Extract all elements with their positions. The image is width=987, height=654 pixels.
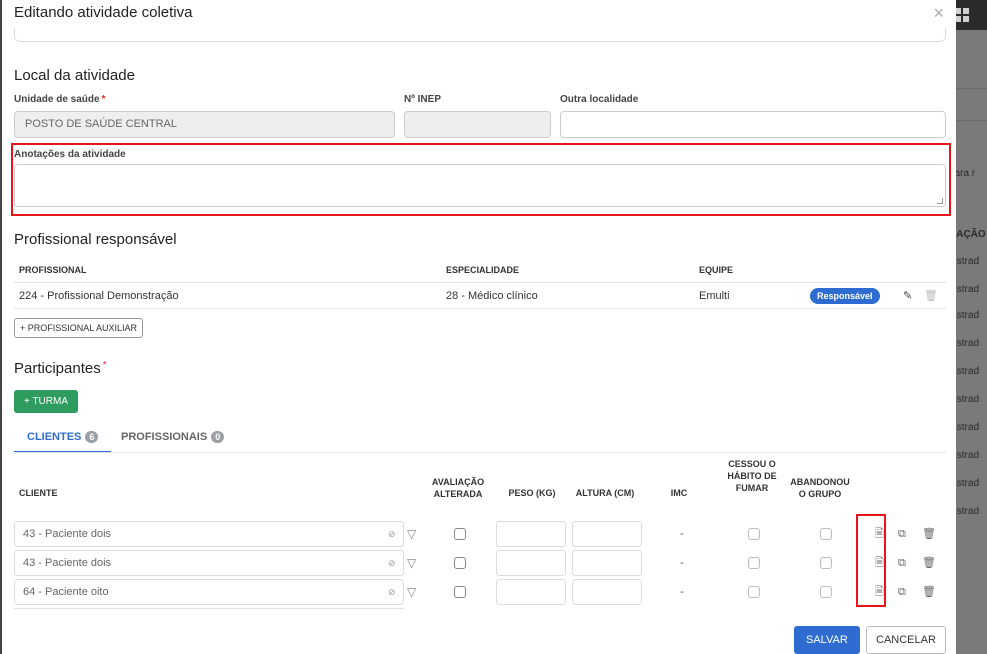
table-divider (14, 282, 946, 283)
profissional-name: 224 - Profissional Demonstração (19, 290, 179, 302)
modal-title: Editando atividade coletiva (14, 4, 193, 21)
abandonou-checkbox[interactable] (820, 528, 832, 540)
cessou-checkbox[interactable] (748, 528, 760, 540)
abandonou-checkbox[interactable] (820, 586, 832, 598)
trash-icon[interactable]: 🗑︎ (922, 558, 936, 569)
participantes-title-text: Participantes (14, 360, 101, 377)
imc-value: - (680, 586, 684, 598)
required-marker: * (101, 94, 106, 105)
add-turma-button[interactable]: + TURMA (14, 390, 78, 413)
imc-value: - (680, 557, 684, 569)
avaliacao-checkbox[interactable] (454, 586, 466, 598)
trash-icon[interactable]: 🗑︎ (924, 291, 938, 302)
avaliacao-checkbox[interactable] (454, 557, 466, 569)
cliente-field[interactable]: 43 - Paciente dois (14, 550, 404, 576)
cessou-checkbox[interactable] (748, 586, 760, 598)
peso-field[interactable] (496, 550, 566, 576)
participantes-section-title: Participantes * (14, 360, 107, 377)
col-header-altura: ALTURA (CM) (575, 488, 635, 498)
col-header-profissional: PROFISSIONAL (19, 265, 87, 275)
inep-field[interactable] (404, 111, 551, 138)
profissional-equipe: Emulti (699, 290, 730, 302)
filter-icon[interactable]: ▽ (407, 528, 416, 540)
highlight-box-document-icons (856, 514, 886, 607)
col-header-abandonou: ABANDONOU O GRUPO (790, 477, 850, 499)
save-button[interactable]: SALVAR (794, 626, 860, 654)
col-header-equipe: EQUIPE (699, 265, 734, 275)
clear-icon[interactable]: ⊘ (388, 588, 396, 597)
profissional-especialidade: 28 - Médico clínico (446, 290, 538, 302)
imc-value: - (680, 528, 684, 540)
highlight-box-anotacoes (11, 143, 951, 216)
filter-icon[interactable]: ▽ (407, 586, 416, 598)
clear-icon[interactable]: ⊘ (388, 559, 396, 568)
unidade-field[interactable]: POSTO DE SAÚDE CENTRAL (14, 111, 395, 138)
tab-clientes-label: CLIENTES (27, 431, 82, 443)
col-header-avaliacao: AVALIAÇÃO ALTERADA (431, 477, 485, 499)
tab-clientes-count: 6 (85, 431, 99, 443)
peso-field[interactable] (496, 521, 566, 547)
modal-header: Editando atividade coletiva × (2, 0, 956, 30)
profissional-section-title: Profissional responsável (14, 231, 177, 248)
col-header-cliente: CLIENTE (19, 488, 58, 498)
outra-localidade-label: Outra localidade (560, 94, 639, 105)
previous-section-edge (14, 28, 946, 42)
tab-profissionais-count: 0 (211, 431, 225, 443)
table-divider (14, 308, 946, 309)
altura-field[interactable] (572, 521, 642, 547)
altura-field[interactable] (572, 579, 642, 605)
tab-profissionais[interactable]: PROFISSIONAIS 0 (121, 431, 225, 443)
tabs-divider (14, 452, 946, 453)
copy-icon[interactable]: ⧉ (898, 529, 906, 540)
filter-icon[interactable]: ▽ (407, 557, 416, 569)
copy-icon[interactable]: ⧉ (898, 558, 906, 569)
col-header-imc: IMC (670, 488, 688, 498)
cancel-button[interactable]: CANCELAR (866, 626, 946, 654)
add-profissional-auxiliar-button[interactable]: + PROFISSIONAL AUXILIAR (14, 318, 143, 338)
clear-icon[interactable]: ⊘ (388, 530, 396, 539)
outra-localidade-field[interactable] (560, 111, 946, 138)
apps-grid-icon (955, 8, 969, 22)
inep-label: Nº INEP (404, 94, 441, 105)
peso-field[interactable] (496, 579, 566, 605)
cliente-field[interactable]: 64 - Paciente oito (14, 579, 404, 605)
tab-clientes[interactable]: CLIENTES 6 (27, 431, 99, 443)
cessou-checkbox[interactable] (748, 557, 760, 569)
required-marker: * (102, 360, 107, 371)
col-header-especialidade: ESPECIALIDADE (446, 265, 520, 275)
tab-profissionais-label: PROFISSIONAIS (121, 431, 208, 443)
status-badge: Responsável (810, 288, 880, 304)
table-divider (14, 608, 404, 609)
altura-field[interactable] (572, 550, 642, 576)
col-header-peso: PESO (KG) (508, 488, 556, 498)
avaliacao-checkbox[interactable] (454, 528, 466, 540)
col-header-cessou: CESSOU O HÁBITO DE FUMAR (727, 459, 777, 493)
cliente-field[interactable]: 43 - Paciente dois (14, 521, 404, 547)
close-icon[interactable]: × (933, 3, 944, 24)
unidade-label-text: Unidade de saúde (14, 94, 100, 105)
trash-icon[interactable]: 🗑︎ (922, 587, 936, 598)
unidade-label: Unidade de saúde * (14, 94, 105, 105)
local-section-title: Local da atividade (14, 67, 135, 84)
abandonou-checkbox[interactable] (820, 557, 832, 569)
copy-icon[interactable]: ⧉ (898, 587, 906, 598)
trash-icon[interactable]: 🗑︎ (922, 529, 936, 540)
edit-activity-modal: Editando atividade coletiva × Local da a… (2, 0, 956, 654)
edit-pencil-icon[interactable]: ✎ (903, 291, 912, 302)
